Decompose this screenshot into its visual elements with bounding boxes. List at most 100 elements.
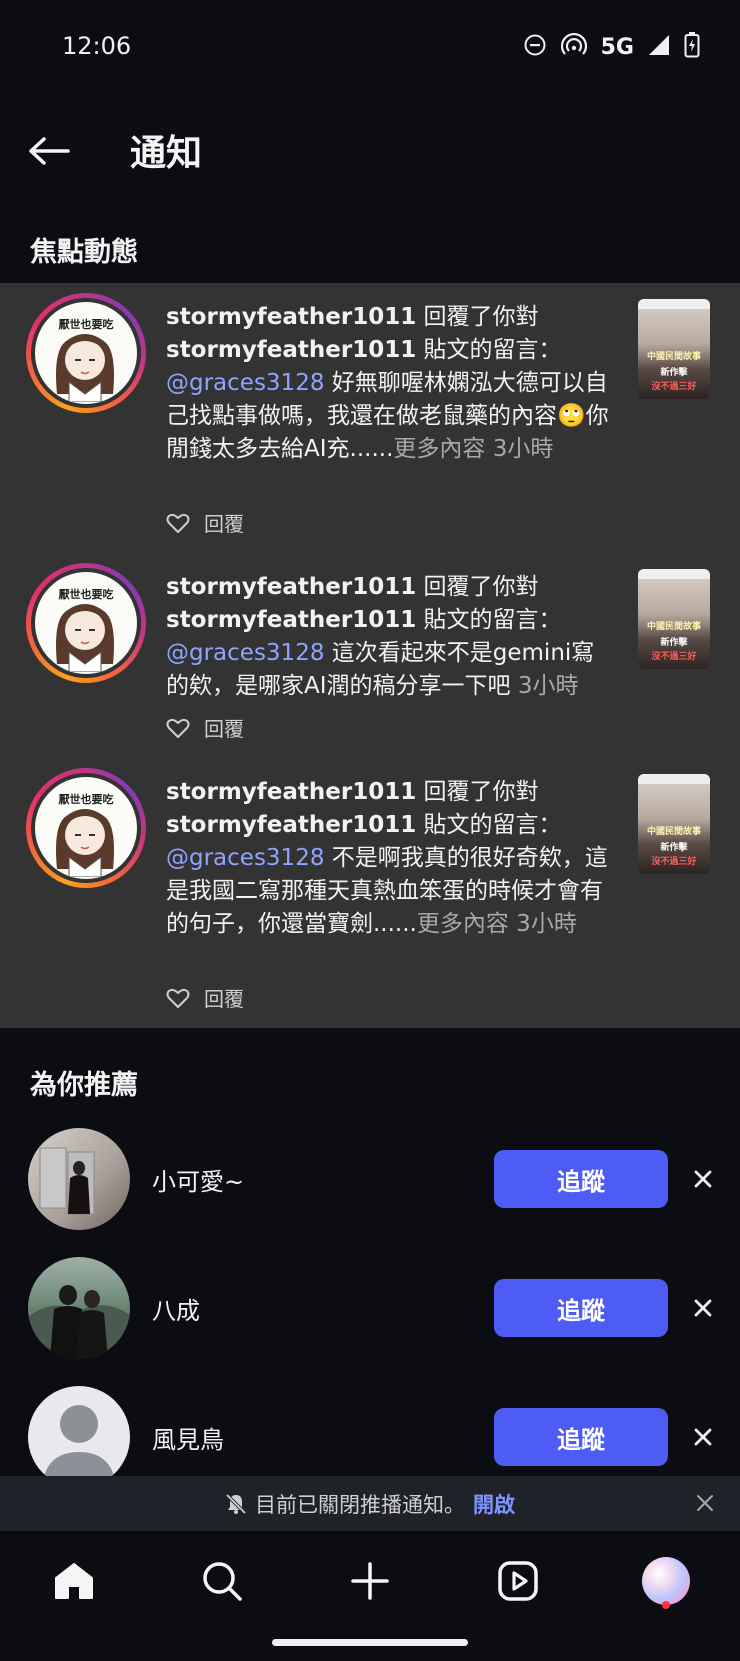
timestamp: 3小時 [485, 436, 554, 462]
anime-avatar-icon [56, 334, 114, 402]
suggest-row[interactable]: 小可愛~ 追蹤 [0, 1128, 740, 1238]
thumbnail-caption: 新作擊 [660, 368, 688, 378]
follow-button[interactable]: 追蹤 [494, 1150, 668, 1208]
timestamp: 3小時 [510, 673, 579, 699]
heart-icon[interactable] [166, 717, 190, 739]
more-link[interactable]: 更多內容 [417, 911, 509, 937]
suggest-row[interactable]: 八成 追蹤 [0, 1257, 740, 1367]
suggest-name[interactable]: 風見鳥 [152, 1420, 224, 1455]
user-avatar[interactable]: 厭世也要吃 [26, 293, 146, 413]
username[interactable]: stormyfeather1011 [166, 337, 416, 363]
user-avatar[interactable]: 厭世也要吃 [26, 563, 146, 683]
thumbnail-caption: 沒不過三好 [651, 857, 697, 867]
dismiss-button[interactable] [688, 1293, 718, 1323]
reply-button[interactable]: 回覆 [166, 983, 244, 1012]
more-link[interactable]: 更多內容 [393, 436, 485, 462]
heart-icon[interactable] [166, 987, 190, 1009]
username[interactable]: stormyfeather1011 [166, 607, 416, 633]
page-title: 通知 [130, 133, 203, 174]
suggest-row[interactable]: 風見鳥 追蹤 [0, 1386, 740, 1488]
mention-link[interactable]: @graces3128 [166, 370, 324, 396]
action-text: 貼文的留言： [416, 607, 562, 633]
reply-label[interactable]: 回覆 [204, 713, 244, 742]
timestamp: 3小時 [508, 911, 577, 937]
notification-text: stormyfeather1011 回覆了你對 stormyfeather101… [166, 571, 616, 703]
home-indicator[interactable] [272, 1639, 468, 1646]
header: 通知 [0, 110, 740, 190]
mention-link[interactable]: @graces3128 [166, 640, 324, 666]
reply-label[interactable]: 回覆 [204, 508, 244, 537]
suggest-name[interactable]: 小可愛~ [152, 1162, 244, 1197]
follow-button[interactable]: 追蹤 [494, 1408, 668, 1466]
reply-label[interactable]: 回覆 [204, 983, 244, 1012]
back-button[interactable] [26, 128, 72, 174]
photo-avatar-icon [28, 1285, 130, 1359]
username[interactable]: stormyfeather1011 [166, 779, 416, 805]
action-text: 回覆了你對 [416, 574, 539, 600]
nav-home[interactable] [44, 1551, 104, 1611]
action-text: 貼文的留言： [416, 337, 562, 363]
bell-off-icon [225, 1493, 247, 1514]
suggest-section-title: 為你推薦 [30, 1070, 138, 1101]
follow-button[interactable]: 追蹤 [494, 1279, 668, 1337]
suggest-name[interactable]: 八成 [152, 1291, 200, 1326]
action-text: 貼文的留言： [416, 812, 562, 838]
nav-reels[interactable] [488, 1551, 548, 1611]
reply-button[interactable]: 回覆 [166, 713, 244, 742]
username[interactable]: stormyfeather1011 [166, 812, 416, 838]
close-icon [694, 1299, 712, 1317]
hotspot-icon [560, 32, 587, 61]
notification-text: stormyfeather1011 回覆了你對 stormyfeather101… [166, 301, 616, 466]
post-thumbnail[interactable]: 中國民間故事 新作擊 沒不過三好 [638, 569, 710, 669]
nav-search[interactable] [192, 1551, 252, 1611]
bottom-nav [0, 1531, 740, 1661]
thumbnail-caption: 新作擊 [660, 843, 688, 853]
arrow-left-icon [29, 137, 70, 165]
do-not-disturb-icon [523, 33, 547, 61]
default-avatar-icon [42, 1405, 116, 1486]
user-avatar[interactable] [28, 1128, 130, 1230]
user-avatar[interactable] [28, 1257, 130, 1359]
push-notification-banner: 目前已關閉推播通知。 開啟 [0, 1476, 740, 1531]
reply-button[interactable]: 回覆 [166, 508, 244, 537]
close-icon [694, 1428, 712, 1446]
signal-icon [648, 34, 670, 60]
notification-dot [662, 1601, 670, 1609]
action-text: 回覆了你對 [416, 779, 539, 805]
profile-avatar [642, 1557, 690, 1605]
nav-create[interactable] [340, 1551, 400, 1611]
mention-link[interactable]: @graces3128 [166, 845, 324, 871]
home-icon [55, 1563, 93, 1599]
close-banner-button[interactable] [690, 1488, 720, 1518]
status-icons: 5G [523, 32, 700, 62]
post-thumbnail[interactable]: 中國民間故事 新作擊 沒不過三好 [638, 774, 710, 874]
notification-text: stormyfeather1011 回覆了你對 stormyfeather101… [166, 776, 616, 941]
thumbnail-caption: 沒不過三好 [651, 652, 697, 662]
dismiss-button[interactable] [688, 1422, 718, 1452]
status-time: 12:06 [62, 32, 132, 60]
search-icon [203, 1562, 242, 1601]
action-text: 回覆了你對 [416, 304, 539, 330]
battery-charging-icon [684, 32, 700, 62]
thumbnail-caption: 中國民間故事 [646, 622, 701, 632]
focus-section-title: 焦點動態 [30, 237, 138, 268]
dismiss-button[interactable] [688, 1164, 718, 1194]
heart-icon[interactable] [166, 512, 190, 534]
close-icon [694, 1170, 712, 1188]
network-type: 5G [600, 34, 634, 60]
anime-avatar-icon [56, 809, 114, 877]
status-bar: 12:06 5G [0, 0, 740, 100]
username[interactable]: stormyfeather1011 [166, 304, 416, 330]
username[interactable]: stormyfeather1011 [166, 574, 416, 600]
close-icon [697, 1495, 713, 1511]
user-avatar[interactable]: 厭世也要吃 [26, 768, 146, 888]
user-avatar[interactable] [28, 1386, 130, 1488]
thumbnail-caption: 中國民間故事 [646, 352, 701, 362]
post-thumbnail[interactable]: 中國民間故事 新作擊 沒不過三好 [638, 299, 710, 399]
photo-avatar-icon [39, 1147, 95, 1215]
create-icon [351, 1562, 389, 1600]
enable-push-link[interactable]: 開啟 [473, 1489, 515, 1519]
thumbnail-caption: 中國民間故事 [646, 827, 701, 837]
thumbnail-caption: 沒不過三好 [651, 382, 697, 392]
push-banner-text: 目前已關閉推播通知。 [255, 1492, 465, 1517]
